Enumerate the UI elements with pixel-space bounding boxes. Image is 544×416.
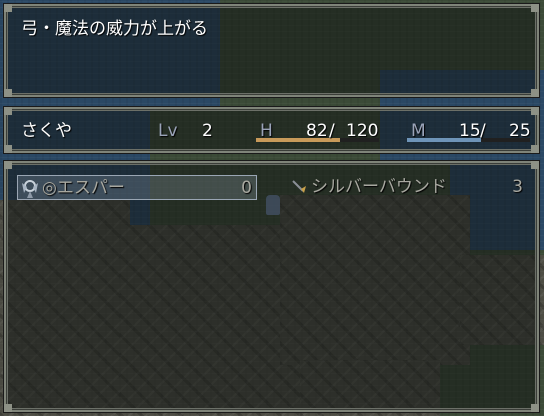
mp-slash: / [480, 121, 486, 141]
hp-label: H [260, 121, 273, 141]
skill-list-window: ◎エスパー 0 シルバーバウンド 3 [3, 160, 540, 413]
actor-name: さくや [21, 121, 72, 141]
mp-label: M [411, 121, 426, 141]
hp-slash: / [329, 121, 335, 141]
skill-name: シルバーバウンド [311, 177, 447, 197]
hp-max: 120 [346, 121, 379, 141]
character-sprite [266, 195, 280, 215]
sword-icon [290, 177, 310, 197]
hp-value: 82 [306, 121, 328, 141]
status-window: さくや Lv 2 H 82 / 120 M 15 / 25 [3, 106, 540, 154]
skill-item-silver-bound[interactable]: シルバーバウンド 3 [287, 175, 527, 200]
help-window: 弓・魔法の威力が上がる [3, 3, 540, 98]
winged-emblem-icon [19, 177, 41, 199]
help-text: 弓・魔法の威力が上がる [21, 19, 208, 39]
skill-item-esper[interactable]: ◎エスパー 0 [17, 175, 257, 200]
level-label: Lv [158, 121, 178, 141]
skill-value: 3 [512, 177, 523, 197]
mp-max: 25 [509, 121, 531, 141]
skill-name: ◎エスパー [42, 178, 125, 198]
level-value: 2 [202, 121, 213, 141]
mp-value: 15 [459, 121, 481, 141]
skill-value: 0 [241, 178, 252, 198]
